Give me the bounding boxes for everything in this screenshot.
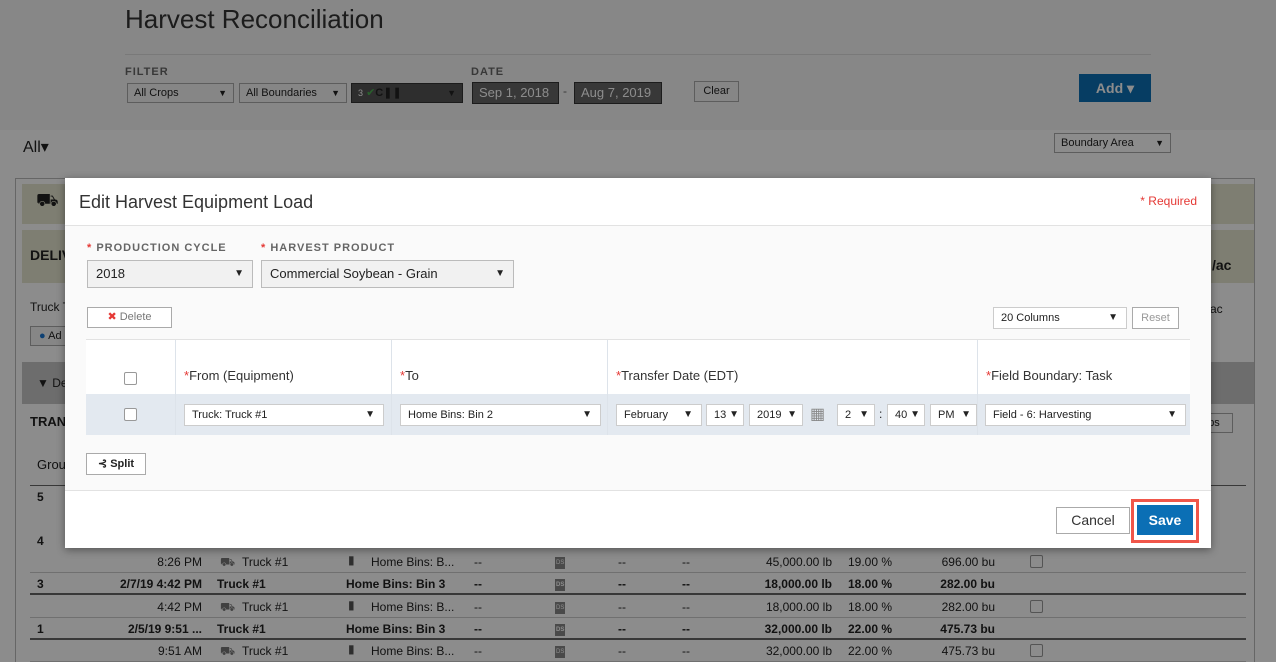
to-value: Home Bins: Bin 2 — [408, 409, 493, 421]
month-value: February — [624, 409, 669, 421]
field-boundary-header: Field Boundary: Task — [991, 368, 1113, 383]
from-equipment-select[interactable]: Truck: Truck #1 ▼ — [184, 404, 384, 426]
from-value: Truck: Truck #1 — [192, 409, 268, 421]
ampm-select[interactable]: PM ▼ — [930, 404, 977, 426]
field-boundary-value: Field - 6: Harvesting — [993, 409, 1092, 421]
harvest-product-select[interactable]: Commercial Soybean - Grain ▼ — [261, 260, 514, 288]
chevron-down-icon: ▼ — [582, 409, 592, 420]
columns-value: 20 Columns — [1001, 312, 1060, 324]
save-button[interactable]: Save — [1137, 505, 1193, 535]
chevron-down-icon: ▼ — [859, 409, 869, 420]
chevron-down-icon: ▼ — [495, 268, 505, 279]
chevron-down-icon: ▼ — [787, 409, 797, 420]
dialog-footer: Cancel Save — [65, 490, 1211, 548]
columns-select[interactable]: 20 Columns ▼ — [993, 307, 1127, 329]
chevron-down-icon: ▼ — [365, 409, 375, 420]
transfer-date-header: Transfer Date (EDT) — [621, 368, 739, 383]
split-button[interactable]: ⊰ Split — [86, 453, 146, 475]
production-cycle-value: 2018 — [96, 266, 125, 281]
hour-value: 2 — [845, 409, 852, 421]
row-checkbox[interactable] — [124, 408, 137, 421]
day-value: 13 — [714, 409, 727, 421]
chevron-down-icon: ▼ — [729, 409, 739, 420]
chevron-down-icon: ▼ — [1108, 312, 1118, 323]
select-all-checkbox[interactable] — [124, 372, 137, 385]
field-boundary-select[interactable]: Field - 6: Harvesting ▼ — [985, 404, 1186, 426]
minute-select[interactable]: 40 ▼ — [887, 404, 925, 426]
delete-label: Delete — [119, 311, 152, 323]
chevron-down-icon: ▼ — [1167, 409, 1177, 420]
reset-button[interactable]: Reset — [1132, 307, 1179, 329]
ampm-value: PM — [938, 409, 955, 421]
from-header: From (Equipment) — [189, 368, 294, 383]
year-select[interactable]: 2019 ▼ — [749, 404, 803, 426]
calendar-icon[interactable]: ▦ — [810, 404, 825, 424]
delete-icon: ✖ — [107, 311, 117, 323]
production-cycle-select[interactable]: 2018 ▼ — [87, 260, 253, 288]
dialog-header: Edit Harvest Equipment Load * Required — [65, 178, 1211, 226]
month-select[interactable]: February ▼ — [616, 404, 702, 426]
edit-load-dialog: Edit Harvest Equipment Load * Required *… — [65, 178, 1211, 548]
chevron-down-icon: ▼ — [961, 409, 971, 420]
chevron-down-icon: ▼ — [234, 268, 244, 279]
to-header: To — [405, 368, 419, 383]
to-select[interactable]: Home Bins: Bin 2 ▼ — [400, 404, 601, 426]
chevron-down-icon: ▼ — [910, 409, 920, 420]
harvest-product-value: Commercial Soybean - Grain — [270, 266, 438, 281]
day-select[interactable]: 13 ▼ — [706, 404, 744, 426]
required-note: * Required — [1140, 194, 1197, 208]
load-grid: *From (Equipment) *To *Transfer Date (ED… — [86, 339, 1190, 435]
chevron-down-icon: ▼ — [683, 409, 693, 420]
minute-value: 40 — [895, 409, 908, 421]
split-label: Split — [110, 458, 135, 470]
split-icon: ⊰ — [97, 458, 108, 470]
harvest-product-label: HARVEST PRODUCT — [270, 242, 396, 254]
dialog-title: Edit Harvest Equipment Load — [79, 192, 314, 212]
production-cycle-label: PRODUCTION CYCLE — [96, 242, 227, 254]
delete-button[interactable]: ✖ Delete — [87, 307, 172, 328]
cancel-button[interactable]: Cancel — [1056, 507, 1130, 534]
year-value: 2019 — [757, 409, 782, 421]
time-separator: : — [879, 407, 883, 421]
hour-select[interactable]: 2 ▼ — [837, 404, 875, 426]
